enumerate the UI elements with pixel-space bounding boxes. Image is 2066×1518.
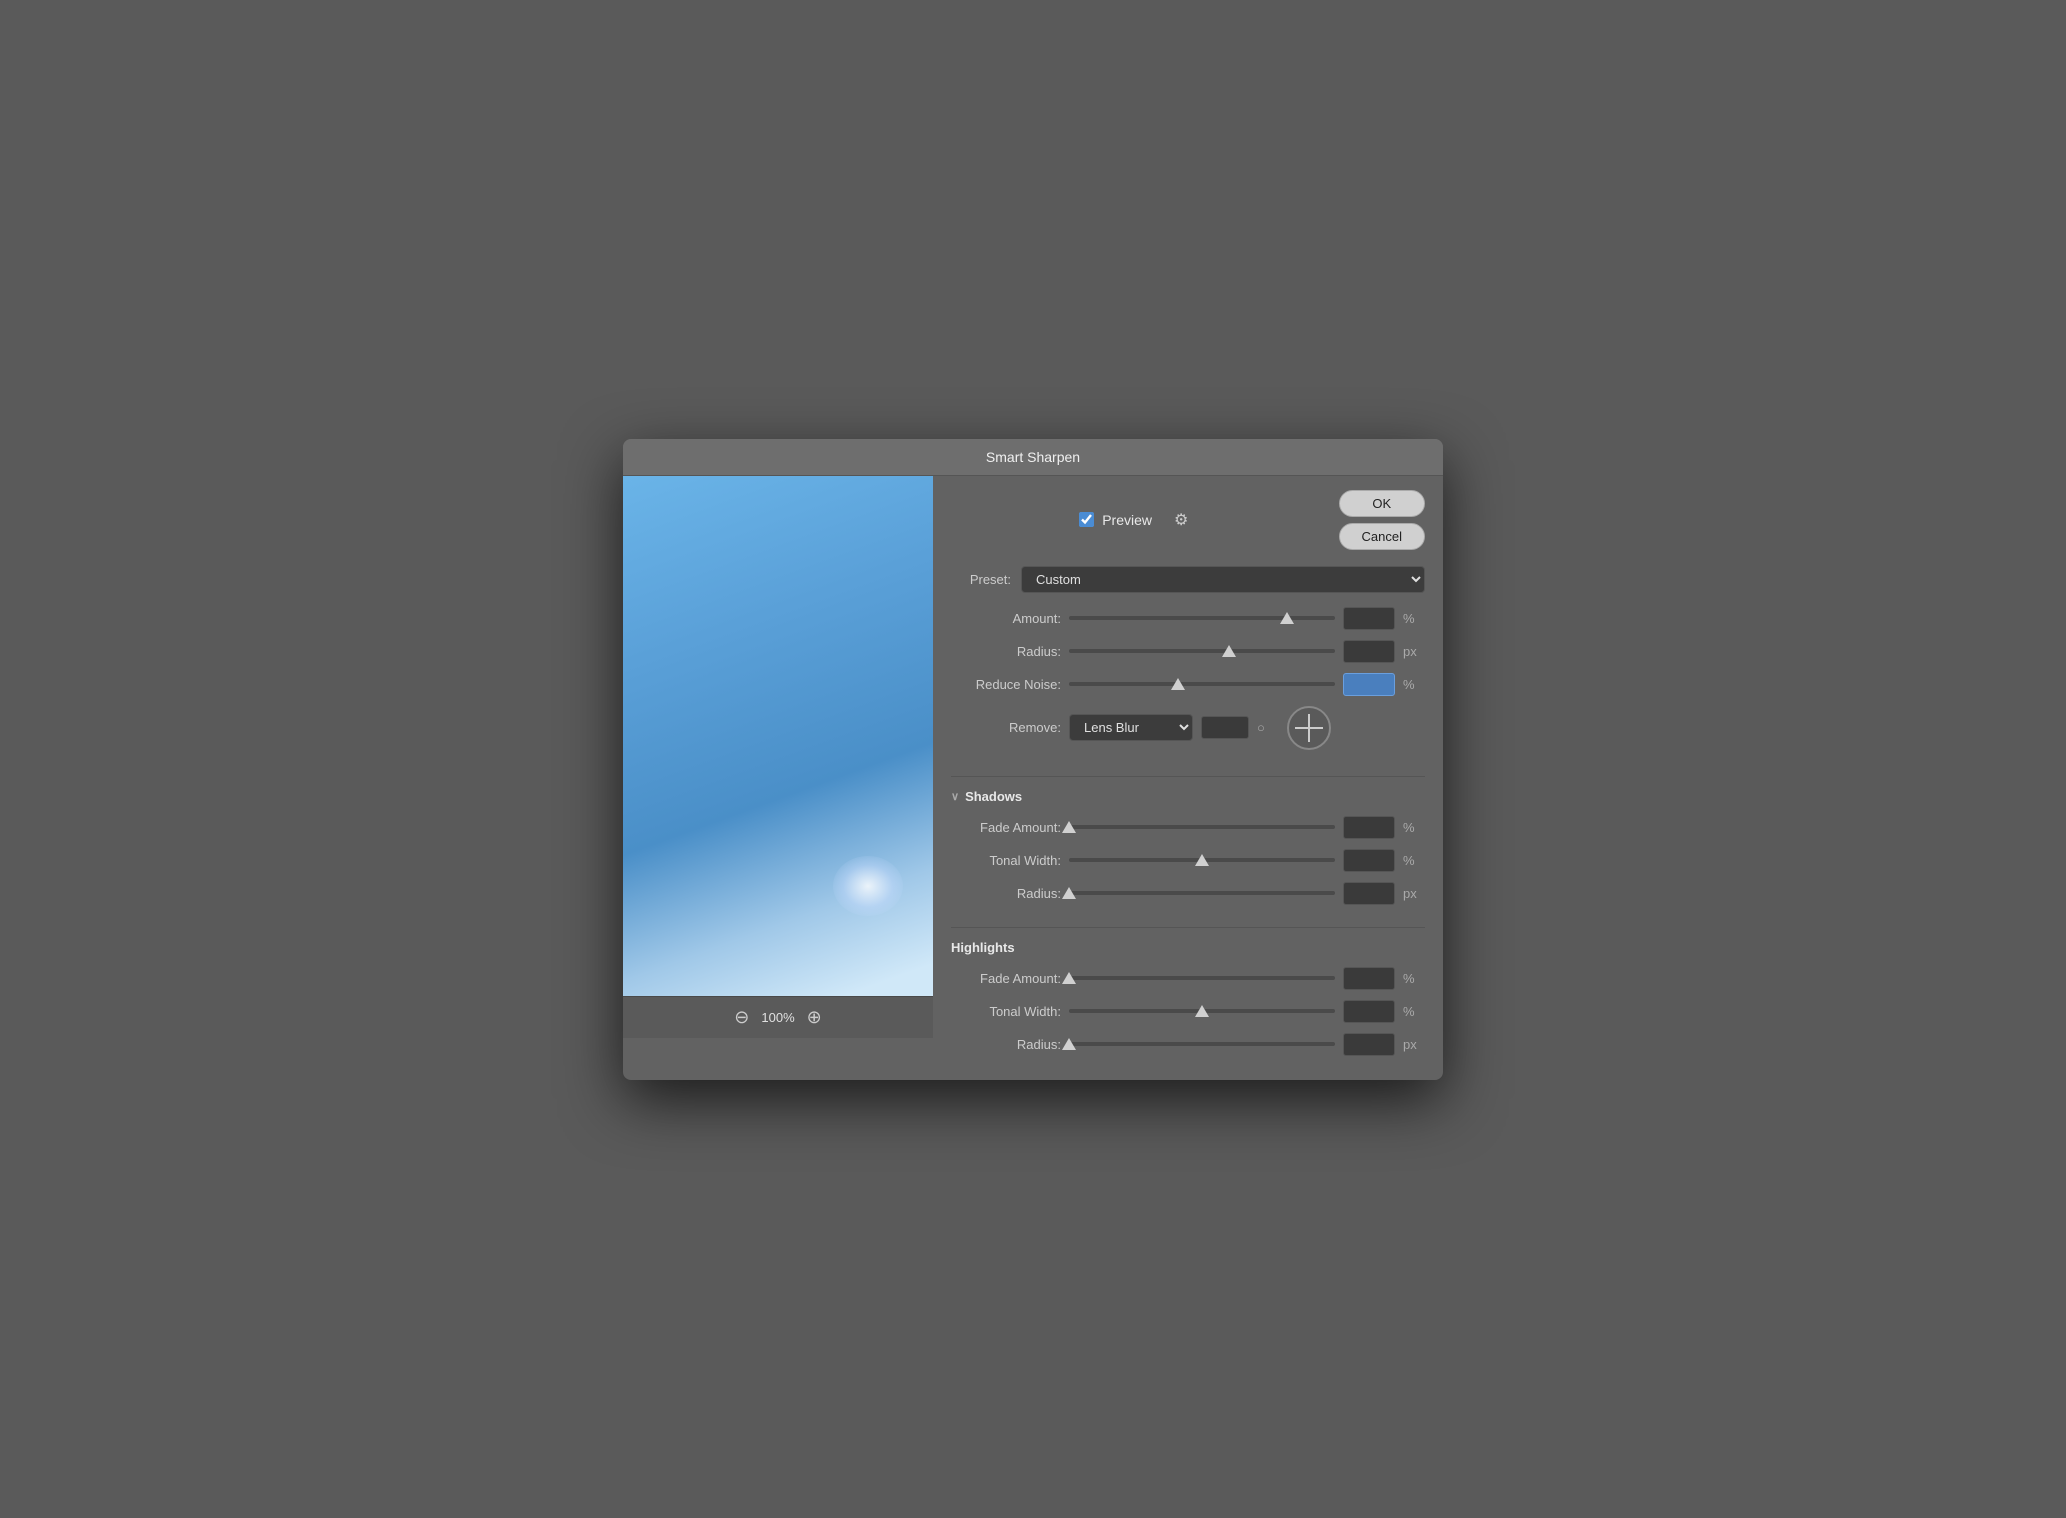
highlights-fade-thumb[interactable]: [1062, 972, 1076, 984]
shadows-title: Shadows: [965, 789, 1022, 804]
highlights-radius-track: [1069, 1042, 1335, 1046]
reduce-noise-label: Reduce Noise:: [951, 677, 1061, 692]
reduce-noise-track: [1069, 682, 1335, 686]
amount-unit: %: [1403, 611, 1425, 626]
reduce-noise-unit: %: [1403, 677, 1425, 692]
title-bar: Smart Sharpen: [623, 439, 1443, 476]
highlights-fade-slider[interactable]: [1069, 968, 1335, 988]
shadows-tonal-thumb[interactable]: [1195, 854, 1209, 866]
zoom-value-label: 100%: [761, 1010, 794, 1025]
shadows-tonal-track: [1069, 858, 1335, 862]
amount-track: [1069, 616, 1335, 620]
action-buttons: OK Cancel: [1339, 490, 1425, 550]
shadows-radius-thumb[interactable]: [1062, 887, 1076, 899]
amount-input[interactable]: 340: [1343, 607, 1395, 630]
remove-select[interactable]: Gaussian Blur Lens Blur Motion Blur: [1069, 714, 1193, 741]
highlights-radius-thumb[interactable]: [1062, 1038, 1076, 1050]
amount-row: Amount: 340 %: [951, 607, 1425, 630]
shadows-fade-thumb[interactable]: [1062, 821, 1076, 833]
top-row: Preview ⚙ OK Cancel: [951, 490, 1425, 550]
amount-label: Amount:: [951, 611, 1061, 626]
remove-dot-input[interactable]: 0: [1201, 716, 1249, 739]
crosshair-icon: [1295, 714, 1323, 742]
highlights-fade-input[interactable]: 0: [1343, 967, 1395, 990]
radius-label: Radius:: [951, 644, 1061, 659]
shadows-tonal-input[interactable]: 50: [1343, 849, 1395, 872]
gear-button[interactable]: ⚙: [1168, 506, 1194, 534]
shadows-fade-unit: %: [1403, 820, 1425, 835]
shadows-fade-slider[interactable]: [1069, 817, 1335, 837]
shadows-radius-input[interactable]: 1: [1343, 882, 1395, 905]
highlights-fade-row: Fade Amount: 0 %: [951, 967, 1425, 990]
highlights-radius-label: Radius:: [951, 1037, 1061, 1052]
remove-row: Remove: Gaussian Blur Lens Blur Motion B…: [951, 706, 1425, 750]
shadows-chevron[interactable]: ∨: [951, 790, 959, 803]
highlights-fade-unit: %: [1403, 971, 1425, 986]
radius-track: [1069, 649, 1335, 653]
highlights-tonal-row: Tonal Width: 50 %: [951, 1000, 1425, 1023]
reduce-noise-row: Reduce Noise: 41 %: [951, 673, 1425, 696]
shadows-tonal-row: Tonal Width: 50 %: [951, 849, 1425, 872]
dialog-title: Smart Sharpen: [986, 449, 1080, 465]
highlights-fade-track: [1069, 976, 1335, 980]
lens-icon: [1287, 706, 1331, 750]
highlights-fade-label: Fade Amount:: [951, 971, 1061, 986]
radius-thumb[interactable]: [1222, 645, 1236, 657]
shadows-radius-track: [1069, 891, 1335, 895]
shadows-radius-row: Radius: 1 px: [951, 882, 1425, 905]
highlights-title: Highlights: [951, 940, 1015, 955]
remove-label: Remove:: [951, 720, 1061, 735]
shadows-header: ∨ Shadows: [951, 789, 1425, 804]
shadows-tonal-label: Tonal Width:: [951, 853, 1061, 868]
shadows-radius-slider[interactable]: [1069, 883, 1335, 903]
remove-dot-unit: ○: [1257, 720, 1279, 735]
highlights-tonal-slider[interactable]: [1069, 1001, 1335, 1021]
zoom-out-button[interactable]: ⊖: [734, 1007, 749, 1028]
shadows-radius-label: Radius:: [951, 886, 1061, 901]
preset-label: Preset:: [951, 572, 1011, 587]
preview-checkbox[interactable]: [1079, 512, 1094, 527]
section-divider-shadows: [951, 776, 1425, 777]
ok-button[interactable]: OK: [1339, 490, 1425, 517]
highlights-header: Highlights: [951, 940, 1425, 955]
shadows-fade-label: Fade Amount:: [951, 820, 1061, 835]
highlights-radius-row: Radius: 1 px: [951, 1033, 1425, 1056]
amount-slider[interactable]: [1069, 608, 1335, 628]
shadows-tonal-unit: %: [1403, 853, 1425, 868]
radius-unit: px: [1403, 644, 1425, 659]
radius-input[interactable]: 3.4: [1343, 640, 1395, 663]
reduce-noise-slider[interactable]: [1069, 674, 1335, 694]
smart-sharpen-dialog: Smart Sharpen ⊖ 100% ⊕ Preview ⚙ OK: [623, 439, 1443, 1080]
preview-toolbar: ⊖ 100% ⊕: [623, 996, 933, 1038]
zoom-in-button[interactable]: ⊕: [807, 1007, 822, 1028]
shadows-fade-input[interactable]: 0: [1343, 816, 1395, 839]
highlights-tonal-thumb[interactable]: [1195, 1005, 1209, 1017]
highlights-radius-slider[interactable]: [1069, 1034, 1335, 1054]
radius-row: Radius: 3.4 px: [951, 640, 1425, 663]
preview-section: Preview ⚙: [951, 506, 1323, 534]
highlights-tonal-track: [1069, 1009, 1335, 1013]
dialog-body: ⊖ 100% ⊕ Preview ⚙ OK Cancel: [623, 476, 1443, 1080]
preset-select[interactable]: Custom Default: [1021, 566, 1425, 593]
shadows-fade-track: [1069, 825, 1335, 829]
highlights-tonal-input[interactable]: 50: [1343, 1000, 1395, 1023]
shadows-radius-unit: px: [1403, 886, 1425, 901]
section-divider-highlights: [951, 927, 1425, 928]
highlights-tonal-unit: %: [1403, 1004, 1425, 1019]
preview-panel: ⊖ 100% ⊕: [623, 476, 933, 1080]
radius-slider[interactable]: [1069, 641, 1335, 661]
preview-label: Preview: [1102, 512, 1152, 528]
highlights-radius-input[interactable]: 1: [1343, 1033, 1395, 1056]
controls-panel: Preview ⚙ OK Cancel Preset: Custom Defau…: [933, 476, 1443, 1080]
cancel-button[interactable]: Cancel: [1339, 523, 1425, 550]
amount-thumb[interactable]: [1280, 612, 1294, 624]
reduce-noise-thumb[interactable]: [1171, 678, 1185, 690]
shadows-tonal-slider[interactable]: [1069, 850, 1335, 870]
shadows-fade-row: Fade Amount: 0 %: [951, 816, 1425, 839]
reduce-noise-input[interactable]: 41: [1343, 673, 1395, 696]
preset-row: Preset: Custom Default: [951, 566, 1425, 593]
highlights-tonal-label: Tonal Width:: [951, 1004, 1061, 1019]
preview-image: [623, 476, 933, 996]
highlights-radius-unit: px: [1403, 1037, 1425, 1052]
